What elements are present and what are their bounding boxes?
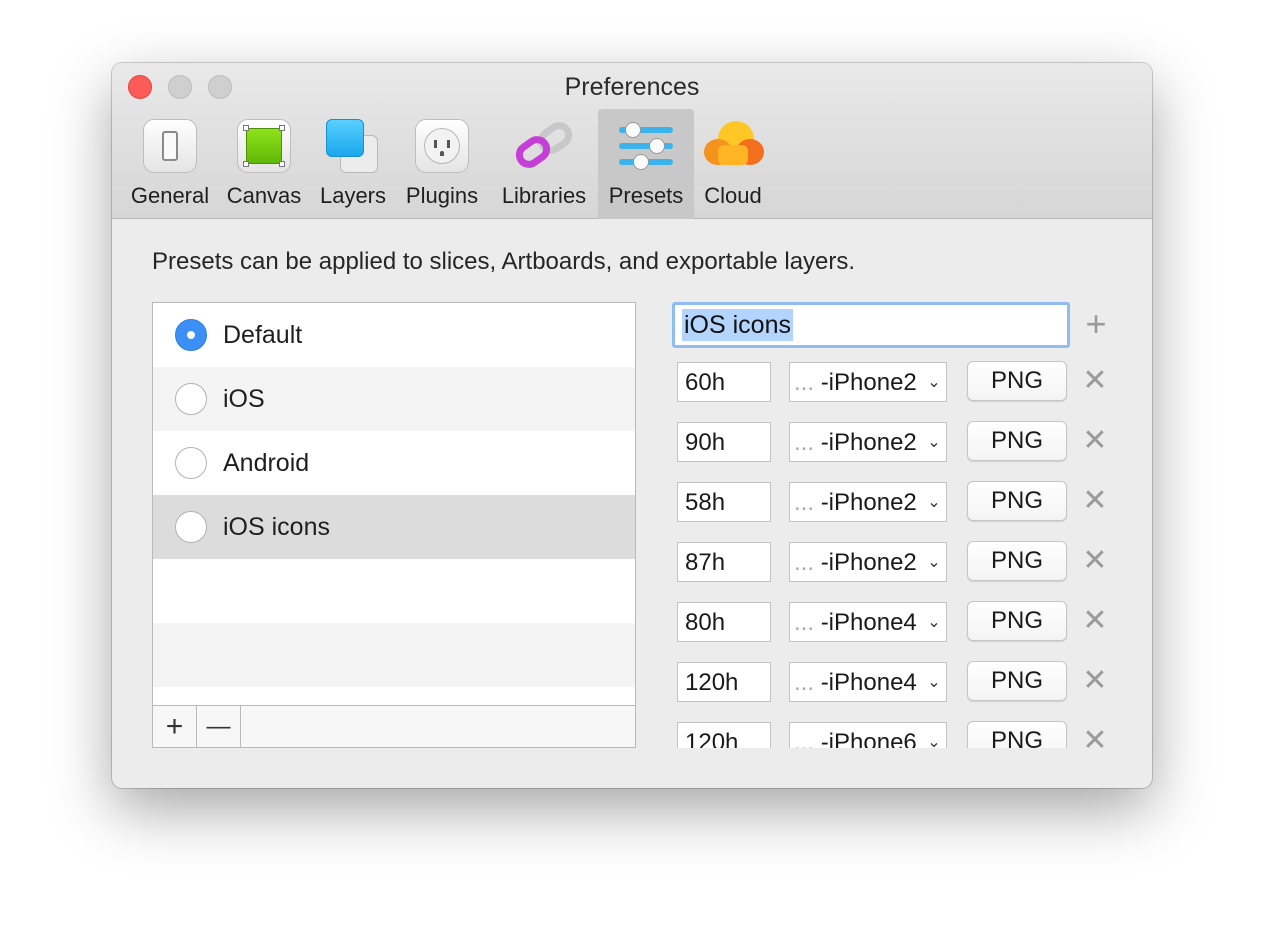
canvas-icon xyxy=(235,117,293,175)
size-row: 80h ... -iPhone4 ⌄ PNG ✕ xyxy=(672,600,1132,644)
list-empty-row xyxy=(153,559,635,623)
scale-input[interactable]: 120h xyxy=(677,662,771,702)
cloud-icon xyxy=(704,117,764,175)
radio-default[interactable] xyxy=(175,319,207,351)
size-row: 120h ... -iPhone6 ⌄ PNG ✕ xyxy=(672,720,1132,748)
size-row: 120h ... -iPhone4 ⌄ PNG ✕ xyxy=(672,660,1132,704)
size-row: 58h ... -iPhone2 ⌄ PNG ✕ xyxy=(672,480,1132,524)
delete-size-button[interactable]: ✕ xyxy=(1080,603,1110,639)
size-row: 87h ... -iPhone2 ⌄ PNG ✕ xyxy=(672,540,1132,584)
toolbar: Preferences General Canvas Layers Plugin… xyxy=(112,63,1152,219)
size-row: 90h ... -iPhone2 ⌄ PNG ✕ xyxy=(672,420,1132,464)
presets-description: Presets can be applied to slices, Artboa… xyxy=(152,248,856,275)
tab-layers[interactable]: Layers xyxy=(312,109,394,219)
presets-pane: Presets can be applied to slices, Artboa… xyxy=(112,220,1152,788)
list-empty-row xyxy=(153,623,635,687)
size-row: 60h ... -iPhone2 ⌄ PNG ✕ xyxy=(672,360,1132,404)
suffix-combo[interactable]: ... -iPhone2 ⌄ xyxy=(789,362,947,402)
general-switch-icon xyxy=(141,117,199,175)
radio-ios[interactable] xyxy=(175,383,207,415)
format-popup-button[interactable]: PNG xyxy=(967,361,1067,401)
list-item-android[interactable]: Android xyxy=(153,431,635,495)
suffix-combo[interactable]: ... -iPhone2 ⌄ xyxy=(789,422,947,462)
suffix-combo[interactable]: ... -iPhone2 ⌄ xyxy=(789,482,947,522)
format-popup-button[interactable]: PNG xyxy=(967,661,1067,701)
tab-presets[interactable]: Presets xyxy=(598,109,694,219)
chevron-down-icon[interactable]: ⌄ xyxy=(926,543,942,581)
scale-input[interactable]: 60h xyxy=(677,362,771,402)
window-title: Preferences xyxy=(564,73,700,101)
scale-input[interactable]: 87h xyxy=(677,542,771,582)
radio-ios-icons[interactable] xyxy=(175,511,207,543)
tab-libraries[interactable]: Libraries xyxy=(494,109,594,219)
chevron-down-icon[interactable]: ⌄ xyxy=(926,483,942,521)
suffix-combo[interactable]: ... -iPhone4 ⌄ xyxy=(789,662,947,702)
add-size-button[interactable]: + xyxy=(1080,306,1112,342)
list-item-ios[interactable]: iOS xyxy=(153,367,635,431)
suffix-combo[interactable]: ... -iPhone6 ⌄ xyxy=(789,722,947,748)
layers-icon xyxy=(324,117,382,175)
tab-cloud[interactable]: Cloud xyxy=(698,109,768,219)
list-footer: + — xyxy=(153,705,635,747)
delete-size-button[interactable]: ✕ xyxy=(1080,723,1110,748)
chevron-down-icon[interactable]: ⌄ xyxy=(926,363,942,401)
remove-preset-button[interactable]: — xyxy=(197,706,241,747)
format-popup-button[interactable]: PNG xyxy=(967,601,1067,641)
tab-general[interactable]: General xyxy=(126,109,214,219)
format-popup-button[interactable]: PNG xyxy=(967,481,1067,521)
presets-list: Default iOS Android iOS icons + — xyxy=(152,302,636,748)
scale-input[interactable]: 120h xyxy=(677,722,771,748)
add-preset-button[interactable]: + xyxy=(153,706,197,747)
link-icon xyxy=(510,117,578,175)
delete-size-button[interactable]: ✕ xyxy=(1080,483,1110,519)
sliders-icon xyxy=(617,117,675,175)
format-popup-button[interactable]: PNG xyxy=(967,541,1067,581)
list-item-ios-icons[interactable]: iOS icons xyxy=(153,495,635,559)
format-popup-button[interactable]: PNG xyxy=(967,421,1067,461)
suffix-combo[interactable]: ... -iPhone2 ⌄ xyxy=(789,542,947,582)
format-popup-button[interactable]: PNG xyxy=(967,721,1067,748)
delete-size-button[interactable]: ✕ xyxy=(1080,663,1110,699)
chevron-down-icon[interactable]: ⌄ xyxy=(926,603,942,641)
chevron-down-icon[interactable]: ⌄ xyxy=(926,723,942,748)
preferences-window: Preferences General Canvas Layers Plugin… xyxy=(112,63,1152,788)
export-sizes-list: 60h ... -iPhone2 ⌄ PNG ✕ 90h ... -iPhone2… xyxy=(672,360,1132,748)
delete-size-button[interactable]: ✕ xyxy=(1080,423,1110,459)
preset-name-selected-text: iOS icons xyxy=(682,309,793,341)
plug-icon xyxy=(413,117,471,175)
scale-input[interactable]: 90h xyxy=(677,422,771,462)
chevron-down-icon[interactable]: ⌄ xyxy=(926,423,942,461)
radio-android[interactable] xyxy=(175,447,207,479)
list-item-default[interactable]: Default xyxy=(153,303,635,367)
chevron-down-icon[interactable]: ⌄ xyxy=(926,663,942,701)
scale-input[interactable]: 80h xyxy=(677,602,771,642)
delete-size-button[interactable]: ✕ xyxy=(1080,363,1110,399)
suffix-combo[interactable]: ... -iPhone4 ⌄ xyxy=(789,602,947,642)
scale-input[interactable]: 58h xyxy=(677,482,771,522)
tab-plugins[interactable]: Plugins xyxy=(398,109,486,219)
delete-size-button[interactable]: ✕ xyxy=(1080,543,1110,579)
tab-canvas[interactable]: Canvas xyxy=(220,109,308,219)
